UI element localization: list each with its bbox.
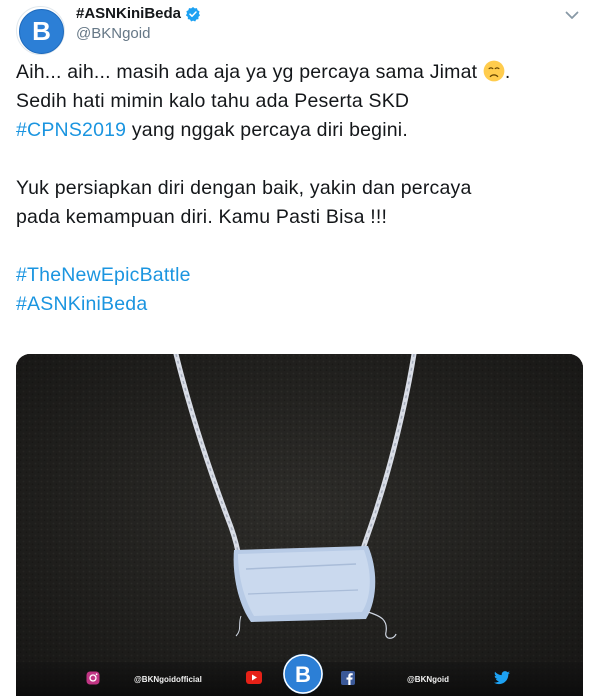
amulet-photo — [16, 354, 583, 696]
youtube-icon — [246, 671, 262, 684]
hashtag-asnkinibeda-link[interactable]: #ASNKiniBeda — [16, 293, 147, 315]
tweet-line-4: Yuk persiapkan diri dengan baik, yakin d… — [16, 177, 472, 199]
author-name-row[interactable]: #ASNKiniBeda — [76, 5, 201, 22]
instagram-icon — [86, 671, 100, 685]
bkn-logo-icon: B — [19, 9, 64, 54]
bkn-logo-icon: B — [283, 654, 323, 694]
hashtag-thenewepicbattle-link[interactable]: #TheNewEpicBattle — [16, 264, 191, 286]
disappointed-face-emoji — [483, 60, 505, 82]
verified-badge-icon — [185, 6, 201, 21]
tweet-text: Aih... aih... masih ada aja ya yg percay… — [16, 58, 586, 319]
tweet-media-image[interactable]: @BKNgoidofficial @BKNgoid B — [16, 354, 583, 696]
tweet-line-3: #CPNS2019 yang nggak percaya diri begini… — [16, 119, 408, 141]
twitter-icon — [494, 671, 510, 685]
hashtag-cpns2019-link[interactable]: #CPNS2019 — [16, 119, 126, 141]
instagram-handle: @BKNgoidofficial — [134, 675, 202, 684]
bkn-watermark-logo: B — [283, 654, 323, 694]
twitter-handle: @BKNgoid — [407, 675, 450, 684]
tweet-line-2: Sedih hati mimin kalo tahu ada Peserta S… — [16, 90, 410, 112]
avatar-letter: B — [32, 16, 51, 46]
tweet-line-1: Aih... aih... masih ada aja ya yg percay… — [16, 60, 511, 83]
author-display-name[interactable]: #ASNKiniBeda — [76, 5, 181, 22]
author-handle[interactable]: @BKNgoid — [76, 25, 150, 42]
tweet-line-5: pada kemampuan diri. Kamu Pasti Bisa !!! — [16, 206, 388, 228]
chevron-down-icon[interactable] — [563, 6, 581, 24]
facebook-icon — [341, 671, 355, 685]
svg-text:B: B — [295, 662, 311, 687]
avatar[interactable]: B — [16, 6, 65, 55]
